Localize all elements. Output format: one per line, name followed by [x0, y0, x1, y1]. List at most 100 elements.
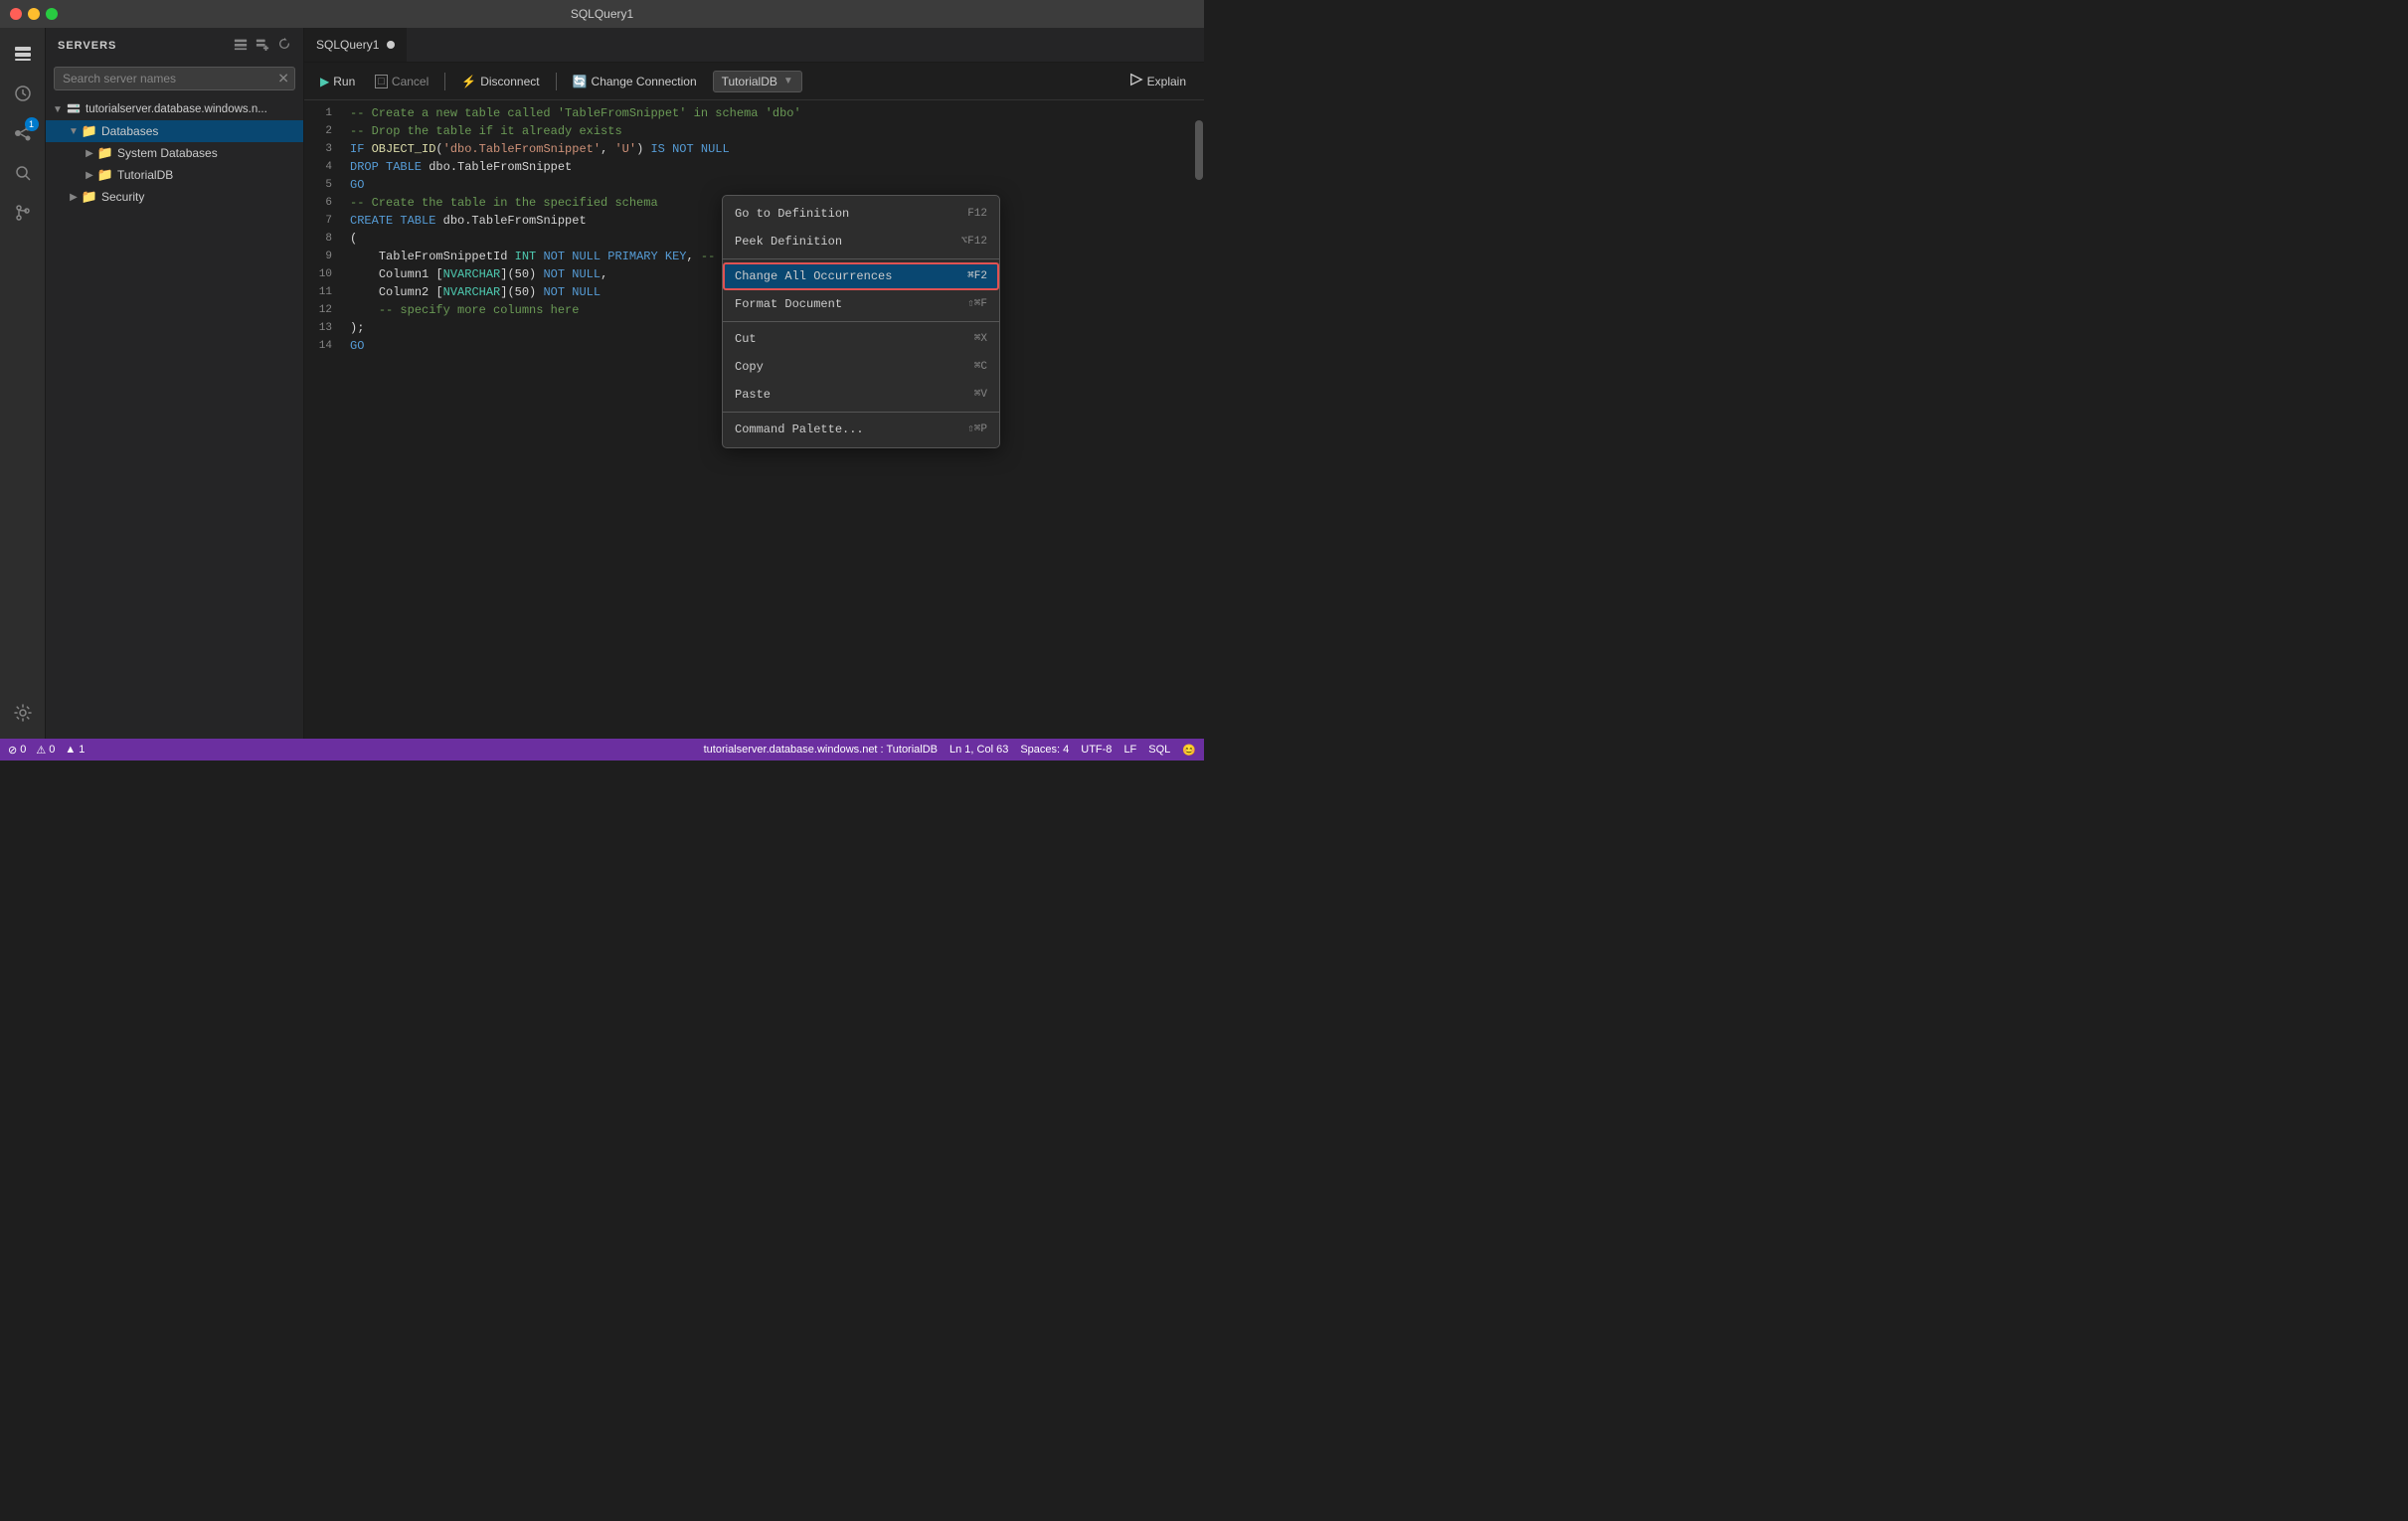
tree-item-tutorialdb[interactable]: ▶ 📁 TutorialDB [46, 164, 303, 186]
sidebar-item-git[interactable] [5, 195, 41, 231]
change-connection-label: Change Connection [592, 75, 697, 88]
ctx-command-palette-shortcut: ⇧⌘P [967, 421, 987, 438]
tree-item-server[interactable]: ▼ tutorialserver.database.windows.n... [46, 98, 303, 120]
ctx-copy-shortcut: ⌘C [974, 358, 987, 376]
ctx-goto-definition-shortcut: F12 [967, 205, 987, 223]
ctx-format-document-label: Format Document [735, 295, 842, 313]
encoding-info[interactable]: UTF-8 [1081, 744, 1112, 756]
ctx-peek-definition-shortcut: ⌥F12 [961, 233, 987, 251]
ctx-change-occurrences-label: Change All Occurrences [735, 267, 892, 285]
disconnect-label: Disconnect [480, 75, 539, 88]
ctx-goto-definition-label: Go to Definition [735, 205, 849, 223]
sidebar: SERVERS [46, 28, 304, 739]
security-label: Security [101, 190, 303, 204]
error-icon: ⊘ [8, 744, 17, 757]
status-errors[interactable]: ⊘ 0 [8, 744, 26, 757]
sidebar-item-history[interactable] [5, 76, 41, 111]
code-line-1: -- Create a new table called 'TableFromS… [350, 104, 1186, 122]
editor-tab[interactable]: SQLQuery1 [304, 28, 408, 62]
refresh-icon[interactable] [277, 37, 291, 54]
close-button[interactable] [10, 8, 22, 20]
warning-icon: ⚠ [36, 744, 46, 757]
settings-button[interactable] [5, 699, 41, 735]
ctx-paste[interactable]: Paste ⌘V [723, 381, 999, 409]
status-warnings[interactable]: ⚠ 0 [36, 744, 55, 757]
change-connection-icon: 🔄 [573, 75, 588, 88]
search-input[interactable] [54, 67, 295, 90]
status-info[interactable]: ▲ 1 [65, 744, 85, 756]
cursor-position[interactable]: Ln 1, Col 63 [949, 744, 1008, 756]
ctx-separator-1 [723, 258, 999, 259]
connection-status[interactable]: tutorialserver.database.windows.net : Tu… [704, 744, 938, 756]
chevron-down-icon: ▼ [783, 76, 793, 86]
toolbar: ▶ Run □ Cancel ⚡ Disconnect 🔄 Change Con… [304, 63, 1204, 100]
titlebar: SQLQuery1 [0, 0, 1204, 28]
toolbar-divider-2 [556, 73, 557, 90]
maximize-button[interactable] [46, 8, 58, 20]
info-icon: ▲ [65, 744, 76, 756]
ctx-change-occurrences-shortcut: ⌘F2 [967, 267, 987, 285]
new-connection-icon[interactable] [234, 37, 248, 54]
ctx-paste-shortcut: ⌘V [974, 386, 987, 404]
ctx-copy[interactable]: Copy ⌘C [723, 353, 999, 381]
databases-label: Databases [101, 124, 303, 138]
sidebar-header: SERVERS [46, 28, 303, 63]
ctx-separator-2 [723, 321, 999, 322]
disconnect-button[interactable]: ⚡ Disconnect [453, 72, 547, 91]
chevron-down-icon: ▼ [50, 101, 66, 117]
ctx-peek-definition[interactable]: Peek Definition ⌥F12 [723, 228, 999, 255]
code-line-4: DROP TABLE dbo.TableFromSnippet [350, 158, 1186, 176]
warning-count: 0 [49, 744, 55, 756]
tree-item-security[interactable]: ▶ 📁 Security [46, 186, 303, 208]
code-line-2: -- Drop the table if it already exists [350, 122, 1186, 140]
ctx-command-palette-label: Command Palette... [735, 421, 864, 438]
tab-modified-indicator [387, 41, 395, 49]
change-connection-button[interactable]: 🔄 Change Connection [565, 72, 705, 91]
tree-item-system-databases[interactable]: ▶ 📁 System Databases [46, 142, 303, 164]
search-box: ✕ [54, 67, 295, 90]
cancel-label: Cancel [392, 75, 429, 88]
sidebar-header-actions [234, 37, 291, 54]
sidebar-item-search[interactable] [5, 155, 41, 191]
cancel-icon: □ [375, 75, 388, 88]
ctx-format-document[interactable]: Format Document ⇧⌘F [723, 290, 999, 318]
ctx-change-occurrences[interactable]: Change All Occurrences ⌘F2 [723, 262, 999, 290]
titlebar-buttons [10, 8, 58, 20]
code-editor[interactable]: 1 2 3 4 5 6 7 8 9 10 11 12 13 14 -- Crea… [304, 100, 1204, 739]
toolbar-divider [444, 73, 445, 90]
spaces-info[interactable]: Spaces: 4 [1020, 744, 1069, 756]
info-count: 1 [79, 744, 85, 756]
folder-icon: 📁 [97, 145, 113, 161]
ctx-cut[interactable]: Cut ⌘X [723, 325, 999, 353]
sidebar-item-connections[interactable]: 1 [5, 115, 41, 151]
connection-badge: 1 [25, 117, 39, 131]
language-info[interactable]: SQL [1148, 744, 1170, 756]
database-name: TutorialDB [722, 75, 777, 88]
explain-icon [1129, 73, 1143, 89]
minimize-button[interactable] [28, 8, 40, 20]
editor-scrollbar[interactable] [1194, 100, 1204, 739]
chevron-right-icon: ▶ [82, 167, 97, 183]
run-button[interactable]: ▶ Run [312, 72, 363, 91]
tutorialdb-label: TutorialDB [117, 168, 303, 182]
disconnect-icon: ⚡ [461, 75, 476, 88]
server-label: tutorialserver.database.windows.n... [86, 103, 303, 115]
tree-container: ▼ tutorialserver.database.windows.n... ▼… [46, 94, 303, 739]
ctx-cut-shortcut: ⌘X [974, 330, 987, 348]
add-connection-icon[interactable] [256, 37, 269, 54]
chevron-right-icon: ▶ [66, 189, 82, 205]
tab-label: SQLQuery1 [316, 38, 379, 52]
tree-item-databases[interactable]: ▼ 📁 Databases [46, 120, 303, 142]
line-ending-info[interactable]: LF [1123, 744, 1136, 756]
search-clear-icon[interactable]: ✕ [277, 71, 289, 87]
ctx-goto-definition[interactable]: Go to Definition F12 [723, 200, 999, 228]
sidebar-item-servers[interactable] [5, 36, 41, 72]
cancel-button[interactable]: □ Cancel [367, 72, 436, 91]
ctx-command-palette[interactable]: Command Palette... ⇧⌘P [723, 416, 999, 443]
error-count: 0 [20, 744, 26, 756]
explain-button[interactable]: Explain [1119, 70, 1196, 92]
feedback-icon[interactable]: 😊 [1182, 744, 1196, 757]
status-bar: ⊘ 0 ⚠ 0 ▲ 1 tutorialserver.database.wind… [0, 739, 1204, 760]
database-dropdown[interactable]: TutorialDB ▼ [713, 71, 802, 92]
tab-bar: SQLQuery1 [304, 28, 1204, 63]
